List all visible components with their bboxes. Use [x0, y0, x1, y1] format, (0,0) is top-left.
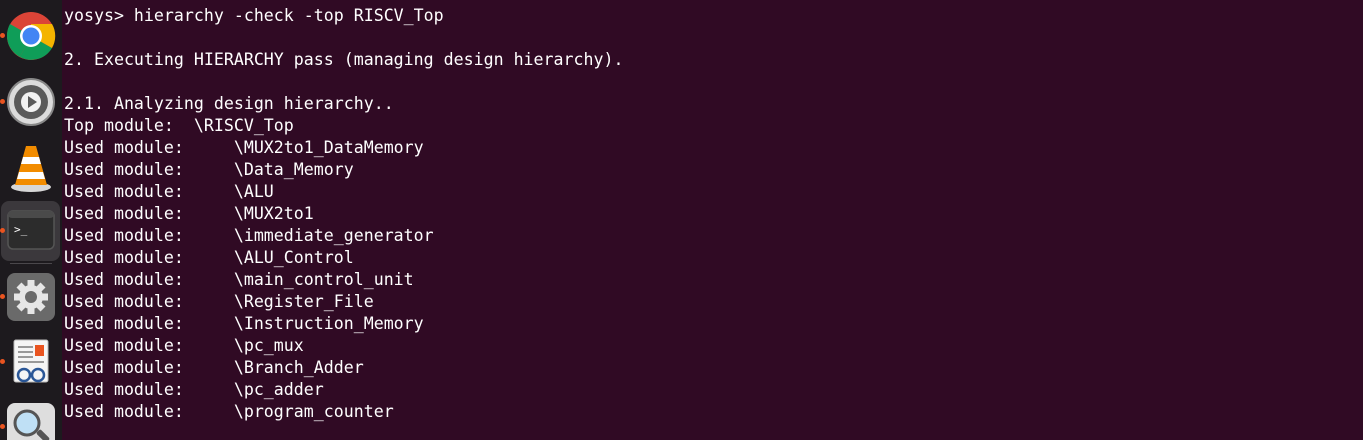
terminal-line: Used module: \pc_mux — [64, 336, 304, 355]
dock-item-terminal[interactable]: >_ — [0, 201, 62, 263]
terminal-line: Used module: \pc_adder — [64, 380, 324, 399]
dock-item-document-viewer[interactable] — [0, 332, 62, 394]
terminal-line: Used module: \ALU — [64, 182, 274, 201]
terminal-line: Used module: \Data_Memory — [64, 160, 354, 179]
dock-item-chrome[interactable] — [0, 6, 62, 68]
terminal-output[interactable]: yosys> hierarchy -check -top RISCV_Top 2.… — [64, 5, 1363, 423]
terminal-line: 2.1. Analyzing design hierarchy.. — [64, 94, 394, 113]
terminal-line: Used module: \Branch_Adder — [64, 358, 364, 377]
dock: >_ — [0, 0, 62, 440]
terminal-line: 2. Executing HIERARCHY pass (managing de… — [64, 50, 624, 69]
terminal-glyph: >_ — [14, 223, 28, 236]
terminal-line: yosys> hierarchy -check -top RISCV_Top — [64, 6, 444, 25]
magnifier-icon — [7, 403, 55, 440]
running-indicator — [0, 294, 5, 299]
gear-icon — [7, 273, 55, 321]
terminal-line: Used module: \program_counter — [64, 402, 394, 421]
dock-item-settings[interactable] — [0, 267, 62, 329]
terminal-line: Top module: \RISCV_Top — [64, 116, 294, 135]
dock-item-image-viewer[interactable] — [0, 397, 62, 440]
running-indicator — [0, 33, 5, 38]
running-indicator — [0, 99, 5, 104]
dock-item-music-player[interactable] — [0, 72, 62, 134]
terminal-line: Used module: \MUX2to1 — [64, 204, 314, 223]
terminal-line: Used module: \immediate_generator — [64, 226, 434, 245]
terminal-line: Used module: \Register_File — [64, 292, 374, 311]
document-viewer-icon — [13, 339, 49, 383]
terminal-icon: >_ — [7, 210, 55, 250]
running-indicator — [0, 359, 5, 364]
chrome-icon — [6, 12, 56, 60]
running-indicator — [0, 228, 5, 233]
terminal-line: Used module: \MUX2to1_DataMemory — [64, 138, 424, 157]
terminal-line: Used module: \ALU_Control — [64, 248, 354, 267]
dock-item-vlc[interactable] — [0, 136, 62, 198]
running-indicator — [0, 424, 5, 429]
music-player-icon — [7, 78, 55, 126]
dock-separator — [10, 263, 52, 264]
terminal-line: Used module: \main_control_unit — [64, 270, 414, 289]
desktop: >_ yosys> hierarchy -check -top RISCV_To… — [0, 0, 1363, 440]
terminal-line: Used module: \Instruction_Memory — [64, 314, 424, 333]
vlc-cone-icon — [11, 146, 51, 192]
